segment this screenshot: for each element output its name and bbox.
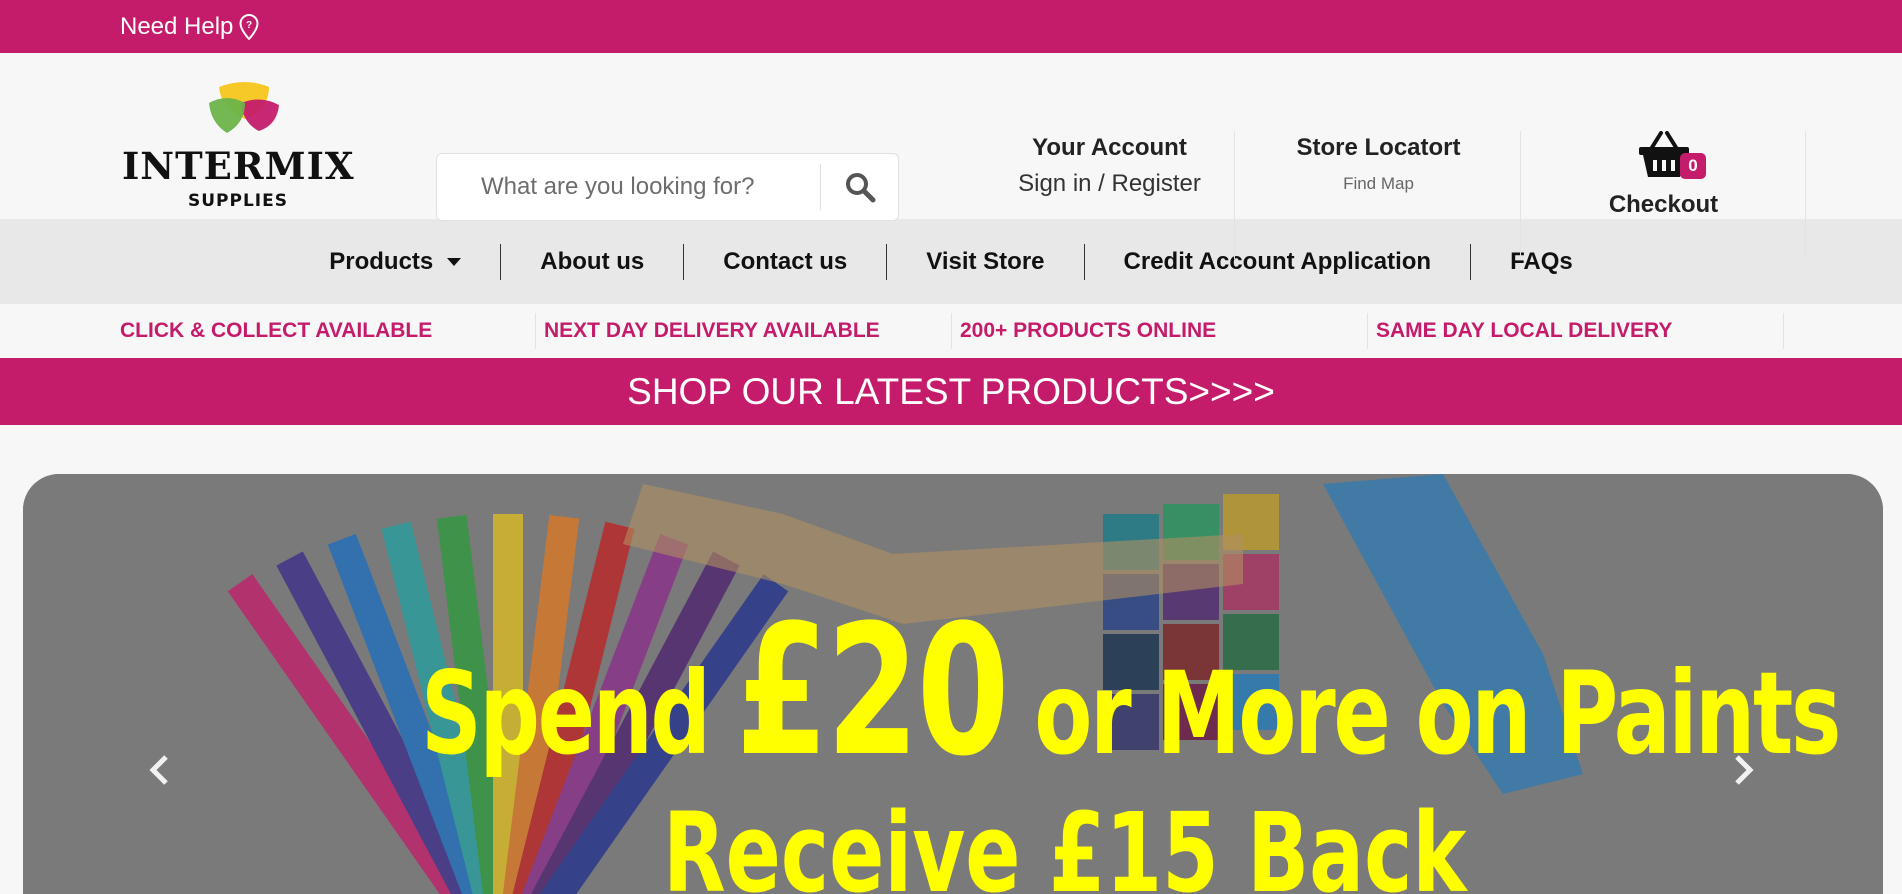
find-map-link[interactable]: Find Map xyxy=(1237,174,1520,194)
search-input[interactable] xyxy=(437,154,820,220)
banner-text: Receive xyxy=(663,789,1021,894)
banner-headline-line1: Spend £20 or More on Paints xyxy=(421,579,1841,804)
site-header: INTERMIX SUPPLIES Your Account Sign in /… xyxy=(0,53,1902,259)
nav-item-about-us[interactable]: About us xyxy=(500,243,683,280)
banner-text: Spend xyxy=(421,647,711,780)
account-title: Your Account xyxy=(1032,134,1187,161)
need-help-link[interactable]: Need Help xyxy=(120,13,233,41)
site-logo[interactable]: INTERMIX SUPPLIES xyxy=(120,79,360,211)
banner-price: £20 xyxy=(735,587,1010,796)
store-locator-section: Store Locatort Find Map xyxy=(1237,131,1521,259)
banner-text: Back xyxy=(1247,789,1467,894)
svg-text:?: ? xyxy=(246,20,252,31)
search-bar xyxy=(436,153,899,221)
logo-mark-icon xyxy=(209,82,279,133)
shop-latest-products-bar[interactable]: SHOP OUR LATEST PRODUCTS>>>> xyxy=(0,358,1902,425)
search-button[interactable] xyxy=(820,164,898,210)
banner-headline-line2: Receive £15 Back xyxy=(663,789,1466,894)
top-bar: Need Help ? xyxy=(0,0,1902,53)
feature-next-day-delivery: NEXT DAY DELIVERY AVAILABLE xyxy=(536,313,952,349)
feature-click-collect: CLICK & COLLECT AVAILABLE xyxy=(120,313,536,349)
nav-item-products[interactable]: Products xyxy=(290,244,500,280)
feature-same-day-delivery: SAME DAY LOCAL DELIVERY xyxy=(1368,313,1784,349)
cart-count-badge: 0 xyxy=(1680,153,1706,179)
nav-label: Contact us xyxy=(723,247,848,275)
location-pin-icon[interactable]: ? xyxy=(239,13,259,40)
nav-label: Products xyxy=(329,247,434,275)
account-section: Your Account Sign in / Register xyxy=(985,131,1235,259)
chevron-left-icon[interactable] xyxy=(148,754,170,794)
cart-section[interactable]: 0 Checkout xyxy=(1522,131,1806,259)
sign-in-register-link[interactable]: Sign in / Register xyxy=(985,170,1234,198)
brand-subtitle: SUPPLIES xyxy=(188,191,288,211)
store-locator-title: Store Locatort xyxy=(1296,134,1461,161)
banner-text: or More on Paints xyxy=(1034,647,1841,780)
features-strip: CLICK & COLLECT AVAILABLE NEXT DAY DELIV… xyxy=(0,304,1902,358)
caret-down-icon xyxy=(447,257,462,266)
nav-item-contact-us[interactable]: Contact us xyxy=(683,243,886,280)
hero-carousel[interactable]: Spend £20 or More on Paints Receive £15 … xyxy=(23,474,1883,894)
feature-products-online: 200+ PRODUCTS ONLINE xyxy=(952,313,1368,349)
brand-name: INTERMIX xyxy=(122,144,355,188)
checkout-link[interactable]: Checkout xyxy=(1522,191,1805,219)
nav-label: About us xyxy=(540,247,645,275)
search-icon xyxy=(845,173,875,203)
banner-price: £15 xyxy=(1048,789,1219,894)
